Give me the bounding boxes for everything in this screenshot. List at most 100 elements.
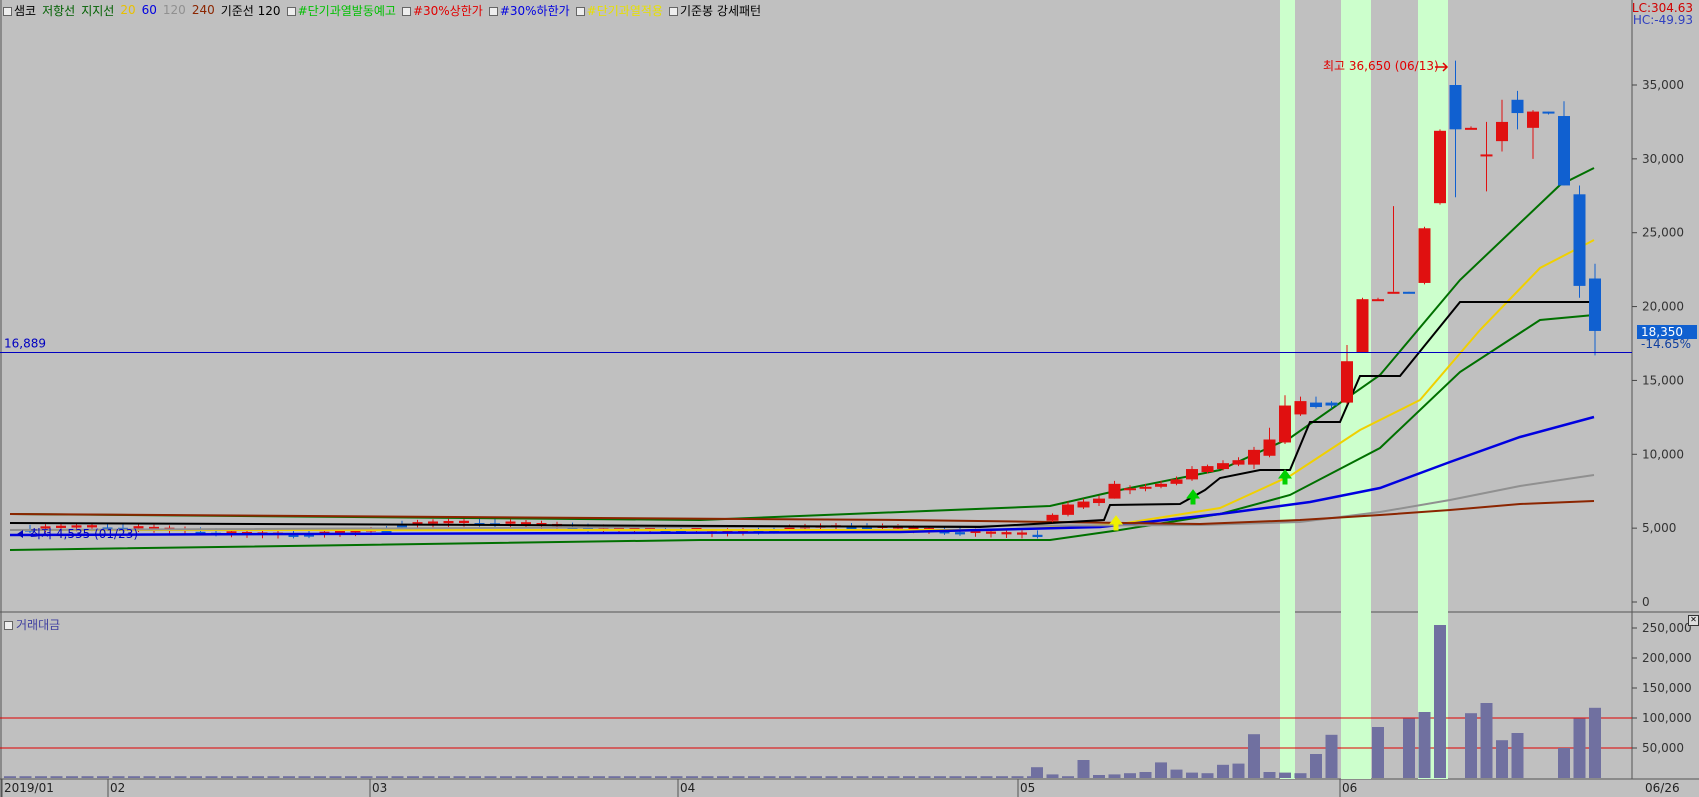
volume-bar [856,776,869,778]
candle-body [1558,116,1570,186]
volume-bar [112,776,125,778]
volume-bar [376,776,388,778]
volume-tick-label: 200,000 [1642,651,1692,665]
volume-bar [872,776,884,778]
volume-bar [1263,772,1276,778]
volume-bar [391,776,404,778]
highlight-band [1280,0,1295,779]
volume-bar [1434,625,1446,778]
chart-canvas[interactable]: 0 5,000 10,000 15,000 20,000 25,000 30,000 35,0… [0,0,1699,797]
volume-bar [500,776,512,778]
date-label: 03 [372,781,387,795]
volume-bar [35,776,47,778]
candle-body [1325,402,1338,406]
volume-bar [949,776,962,778]
last-price-change: -14.65% [1641,337,1691,351]
volume-bar [345,776,357,778]
legend-label: #단기과열발동예고 [297,3,396,18]
candle-body [1480,154,1493,157]
volume-bar [484,776,497,778]
volume-bar [422,776,435,778]
volume-tick-label: 150,000 [1642,681,1692,695]
volume-bar [701,776,714,778]
legend-item-3[interactable]: 20 [120,3,135,17]
candle-body [1573,194,1586,286]
volume-bar [4,776,16,778]
candle-body [1139,486,1152,489]
volume-bar [174,776,187,778]
volume-bar [1201,773,1214,778]
legend-item-8[interactable]: #단기과열발동예고 [286,2,396,19]
volume-bar [965,776,977,778]
legend-item-1[interactable]: 저항선 [42,2,75,19]
volume-bar [128,776,140,778]
date-label: 02 [110,781,125,795]
checkbox-icon[interactable] [3,6,12,16]
volume-bar [1062,776,1074,778]
candle-body [1186,469,1198,480]
checkbox-icon[interactable] [401,6,411,16]
candle-body [1527,111,1539,128]
legend-item-0[interactable]: 샘코 [3,2,36,19]
candle-body [1170,479,1183,484]
candle-body [1263,439,1276,456]
date-label: 04 [680,781,695,795]
legend-item-6[interactable]: 240 [192,3,215,17]
volume-bar [903,776,915,778]
legend-label: 기준봉 강세패턴 [679,3,762,18]
volume-bar [267,776,280,778]
candle-body [1001,532,1012,535]
checkbox-icon[interactable] [286,6,296,16]
volume-bar [686,776,698,778]
volume-bar [655,776,667,778]
close-icon[interactable]: ✕ [1688,615,1699,626]
volume-bar [1372,727,1384,778]
legend-item-4[interactable]: 60 [142,3,157,17]
candle-body [1434,130,1446,204]
volume-bar [1217,764,1229,778]
legend-item-9[interactable]: #30%상한가 [401,2,483,19]
price-tick-label: 25,000 [1642,226,1684,240]
candle-body [1077,501,1090,508]
volume-bar [19,776,32,778]
volume-bar [50,776,63,778]
volume-bar [639,776,652,778]
volume-bar [1124,773,1136,778]
high-annotation: 최고 36,650 (06/13) [1323,59,1439,73]
volume-bar [1046,774,1059,778]
candle-body [1046,514,1059,521]
volume-bar [159,776,171,778]
volume-bar [531,776,543,778]
legend-item-12[interactable]: 기준봉 강세패턴 [668,2,762,19]
candle-body [1017,532,1027,535]
checkbox-icon[interactable] [4,621,13,630]
legend-label: #30%하한가 [499,3,570,18]
legend-item-11[interactable]: #단기과열적용 [575,2,663,19]
legend-item-7[interactable]: 기준선 120 [221,2,281,19]
volume-bar [221,776,233,778]
checkbox-icon[interactable] [575,6,585,16]
volume-bar [1589,707,1601,778]
volume-bar [1077,760,1090,778]
legend-label: 저항선 [42,3,76,18]
legend-label: 240 [191,3,215,17]
candle-body [1310,402,1322,408]
candle-body [521,522,531,525]
checkbox-icon[interactable] [668,6,678,16]
legend-item-10[interactable]: #30%하한가 [488,2,570,19]
volume-bar [314,776,326,778]
candle-body [1032,534,1043,538]
volume-bar [360,776,373,778]
checkbox-icon[interactable] [488,6,498,16]
volume-bar [918,776,931,778]
volume-bar [934,776,946,778]
candle-body [1496,121,1508,142]
volume-bar [453,776,466,778]
volume-bar [763,776,776,778]
candle-body [1124,488,1136,491]
volume-bar [624,776,636,778]
price-tick-label: 30,000 [1642,152,1684,166]
legend-item-2[interactable]: 지지선 [81,2,114,19]
volume-bar [1294,773,1307,778]
legend-item-5[interactable]: 120 [163,3,186,17]
